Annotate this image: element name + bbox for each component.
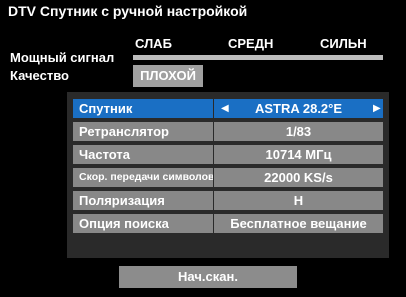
quality-label: Качество <box>10 68 69 83</box>
setting-value-satellite: ASTRA 28.2°E <box>214 99 383 118</box>
setting-row-symbol-rate[interactable]: Скор. передачи символов 22000 KS/s <box>73 168 383 187</box>
setting-row-satellite[interactable]: Спутник ASTRA 28.2°E ◀ ▶ <box>73 99 383 118</box>
signal-level-weak: СЛАБ <box>135 36 172 51</box>
signal-level-medium: СРЕДН <box>228 36 274 51</box>
signal-strength-bar <box>133 55 383 60</box>
setting-label-transponder: Ретранслятор <box>73 122 213 141</box>
setting-value-polarization: H <box>214 191 383 210</box>
setting-label-satellite: Спутник <box>73 99 213 118</box>
signal-strength-label: Мощный сигнал <box>10 50 115 65</box>
setting-row-transponder[interactable]: Ретранслятор 1/83 <box>73 122 383 141</box>
setting-label-symbol-rate: Скор. передачи символов <box>73 168 213 187</box>
setting-row-polarization[interactable]: Поляризация H <box>73 191 383 210</box>
setting-value-frequency: 10714 МГц <box>214 145 383 164</box>
settings-panel: Спутник ASTRA 28.2°E ◀ ▶ Ретранслятор 1/… <box>67 92 389 258</box>
setting-value-search-option: Бесплатное вещание <box>214 214 383 233</box>
page-title: DTV Спутник с ручной настройкой <box>8 3 248 19</box>
setting-row-frequency[interactable]: Частота 10714 МГц <box>73 145 383 164</box>
start-scan-button[interactable]: Нач.скан. <box>119 266 297 288</box>
setting-label-search-option: Опция поиска <box>73 214 213 233</box>
setting-value-symbol-rate: 22000 KS/s <box>214 168 383 187</box>
arrow-right-icon[interactable]: ▶ <box>373 99 381 118</box>
quality-value-badge: ПЛОХОЙ <box>133 65 203 87</box>
setting-row-search-option[interactable]: Опция поиска Бесплатное вещание <box>73 214 383 233</box>
arrow-left-icon[interactable]: ◀ <box>221 99 229 118</box>
setting-label-polarization: Поляризация <box>73 191 213 210</box>
setting-label-frequency: Частота <box>73 145 213 164</box>
setting-value-transponder: 1/83 <box>214 122 383 141</box>
signal-level-strong: СИЛЬН <box>320 36 367 51</box>
